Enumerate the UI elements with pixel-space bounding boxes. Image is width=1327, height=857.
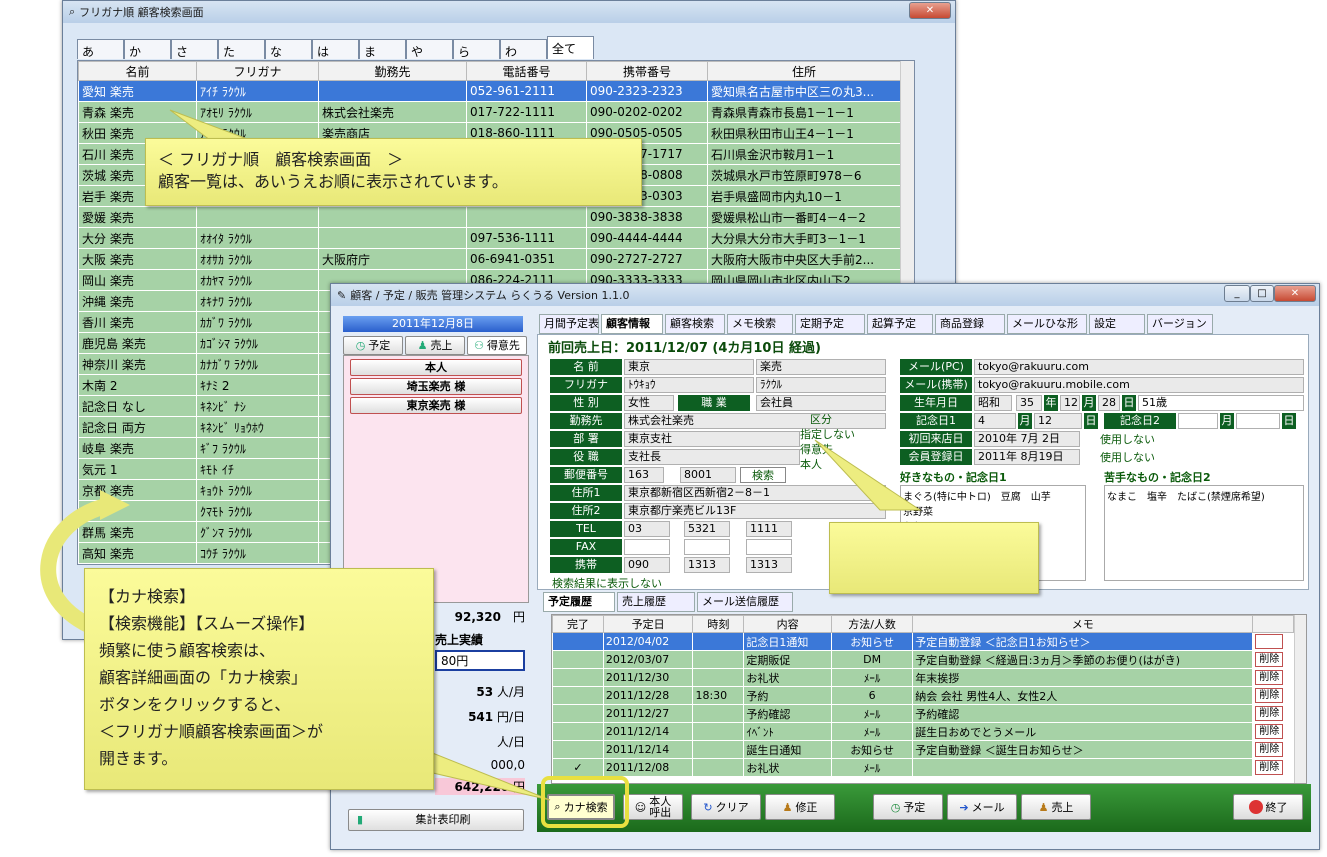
callout3-line: 【検索機能】【スムーズ操作】	[99, 614, 315, 633]
callout-kana-search: 【カナ検索】【検索機能】【スムーズ操作】 頻繁に使う顧客検索は、顧客詳細画面の「カ…	[84, 568, 434, 790]
callout3-line: 【カナ検索】	[99, 587, 196, 606]
callout1-line1: ＜ フリガナ順 顧客検索画面 ＞	[158, 150, 404, 169]
callout-customer-info	[829, 522, 1039, 594]
kana-button-highlight	[541, 776, 629, 828]
callout3-line: ボタンをクリックすると、	[99, 695, 291, 714]
callout-furigana-screen: ＜ フリガナ順 顧客検索画面 ＞ 顧客一覧は、あいうえお順に表示されています。	[145, 138, 642, 206]
callout1-pointer	[169, 109, 251, 141]
callout2-pointer	[814, 439, 922, 511]
callout3-arrowhead	[100, 490, 130, 520]
callout3-line: 頻繁に使う顧客検索は、	[99, 641, 276, 660]
callout3-line: 開きます。	[99, 749, 178, 768]
callout3-line: ＜フリガナ順顧客検索画面＞が	[99, 722, 324, 741]
callout1-line2: 顧客一覧は、あいうえお順に表示されています。	[158, 172, 508, 191]
callout3-line: 顧客詳細画面の「カナ検索」	[99, 668, 308, 687]
